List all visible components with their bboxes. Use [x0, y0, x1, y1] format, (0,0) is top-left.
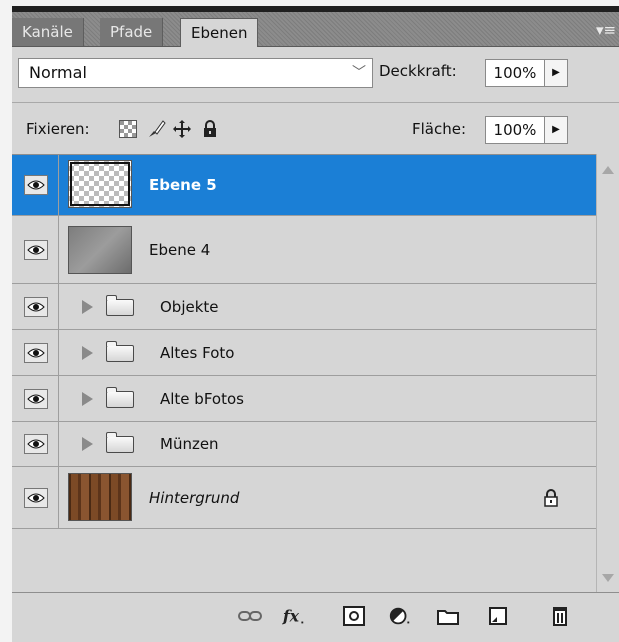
visibility-cell[interactable] — [12, 330, 59, 375]
opacity-slider-button[interactable]: ▶ — [544, 59, 568, 87]
layer-name[interactable]: Ebene 4 — [149, 240, 210, 260]
layer-thumbnail[interactable] — [68, 473, 132, 521]
visibility-cell[interactable] — [12, 376, 59, 421]
group-name[interactable]: Münzen — [160, 434, 219, 454]
layer-name[interactable]: Ebene 5 — [149, 175, 217, 195]
group-name[interactable]: Alte bFotos — [160, 389, 244, 409]
eye-icon[interactable] — [24, 434, 48, 454]
lock-label: Fixieren: — [26, 120, 90, 138]
new-layer-icon[interactable] — [486, 605, 510, 627]
layer-row-ebene-4[interactable]: Ebene 4 — [12, 216, 596, 284]
visibility-cell[interactable] — [12, 216, 59, 283]
fx-icon[interactable]: fx — [282, 605, 306, 627]
folder-icon — [106, 294, 134, 316]
lock-position-icon[interactable] — [172, 119, 192, 139]
layers-scrollbar[interactable] — [596, 154, 619, 592]
group-row-alte-bfotos[interactable]: Alte bFotos — [12, 376, 596, 422]
opacity-label: Deckkraft: — [379, 62, 457, 80]
group-name[interactable]: Objekte — [160, 297, 219, 317]
visibility-cell[interactable] — [12, 155, 59, 215]
eye-icon[interactable] — [24, 388, 48, 409]
fill-input[interactable]: 100% — [485, 116, 545, 144]
visibility-cell[interactable] — [12, 284, 59, 329]
layer-name[interactable]: Hintergrund — [149, 488, 239, 508]
visibility-cell[interactable] — [12, 422, 59, 466]
visibility-cell[interactable] — [12, 467, 59, 528]
layers-list: Ebene 5 Ebene 4 Objekte Altes Foto Alte … — [12, 154, 596, 593]
lock-transparent-icon[interactable] — [118, 119, 138, 139]
lock-image-icon[interactable] — [146, 119, 166, 139]
folder-icon — [106, 432, 134, 453]
eye-icon[interactable] — [24, 239, 48, 260]
tab-channels[interactable]: Kanäle — [12, 18, 84, 46]
lock-all-icon[interactable] — [200, 119, 220, 139]
blend-mode-select[interactable]: Normal ﹀ — [18, 58, 373, 88]
scroll-down-arrow-icon[interactable] — [602, 574, 614, 582]
eye-icon[interactable] — [24, 342, 48, 363]
blend-mode-value: Normal — [29, 63, 87, 82]
group-row-altes-foto[interactable]: Altes Foto — [12, 330, 596, 376]
group-name[interactable]: Altes Foto — [160, 343, 234, 363]
layer-row-ebene-5[interactable]: Ebene 5 — [12, 155, 596, 216]
panel-menu-icon[interactable]: ▾≡ — [595, 20, 617, 40]
fill-slider-button[interactable]: ▶ — [544, 116, 568, 144]
eye-icon[interactable] — [24, 175, 48, 195]
chevron-down-icon: ﹀ — [352, 65, 366, 81]
eye-icon[interactable] — [24, 487, 48, 508]
group-row-objekte[interactable]: Objekte — [12, 284, 596, 330]
eye-icon[interactable] — [24, 296, 48, 317]
group-row-muenzen[interactable]: Münzen — [12, 422, 596, 467]
tab-layers[interactable]: Ebenen — [180, 18, 259, 47]
tab-bar: Kanäle Pfade Ebenen ▾≡ — [12, 12, 619, 47]
folder-icon — [106, 340, 134, 362]
scroll-up-arrow-icon[interactable] — [602, 166, 614, 174]
lock-icon — [544, 488, 558, 507]
link-layers-icon[interactable] — [238, 605, 262, 627]
layer-mask-icon[interactable] — [342, 605, 366, 627]
layers-panel: Kanäle Pfade Ebenen ▾≡ Normal ﹀ Deckkraf… — [12, 12, 619, 642]
expand-arrow-icon[interactable] — [82, 391, 93, 406]
tab-paths[interactable]: Pfade — [100, 18, 164, 46]
expand-arrow-icon[interactable] — [82, 437, 93, 451]
layer-thumbnail[interactable] — [68, 160, 132, 208]
layer-row-hintergrund[interactable]: Hintergrund — [12, 467, 596, 529]
layer-thumbnail[interactable] — [68, 226, 132, 274]
fill-label: Fläche: — [412, 120, 467, 138]
new-group-icon[interactable] — [436, 605, 460, 627]
expand-arrow-icon[interactable] — [82, 345, 93, 360]
trash-icon[interactable] — [548, 605, 572, 627]
expand-arrow-icon[interactable] — [82, 299, 93, 314]
svg-text:fx: fx — [282, 607, 300, 626]
folder-icon — [106, 386, 134, 408]
panel-footer: fx — [12, 592, 619, 642]
opacity-input[interactable]: 100% — [485, 59, 545, 87]
adjustment-layer-icon[interactable] — [388, 605, 412, 627]
divider — [12, 102, 619, 103]
